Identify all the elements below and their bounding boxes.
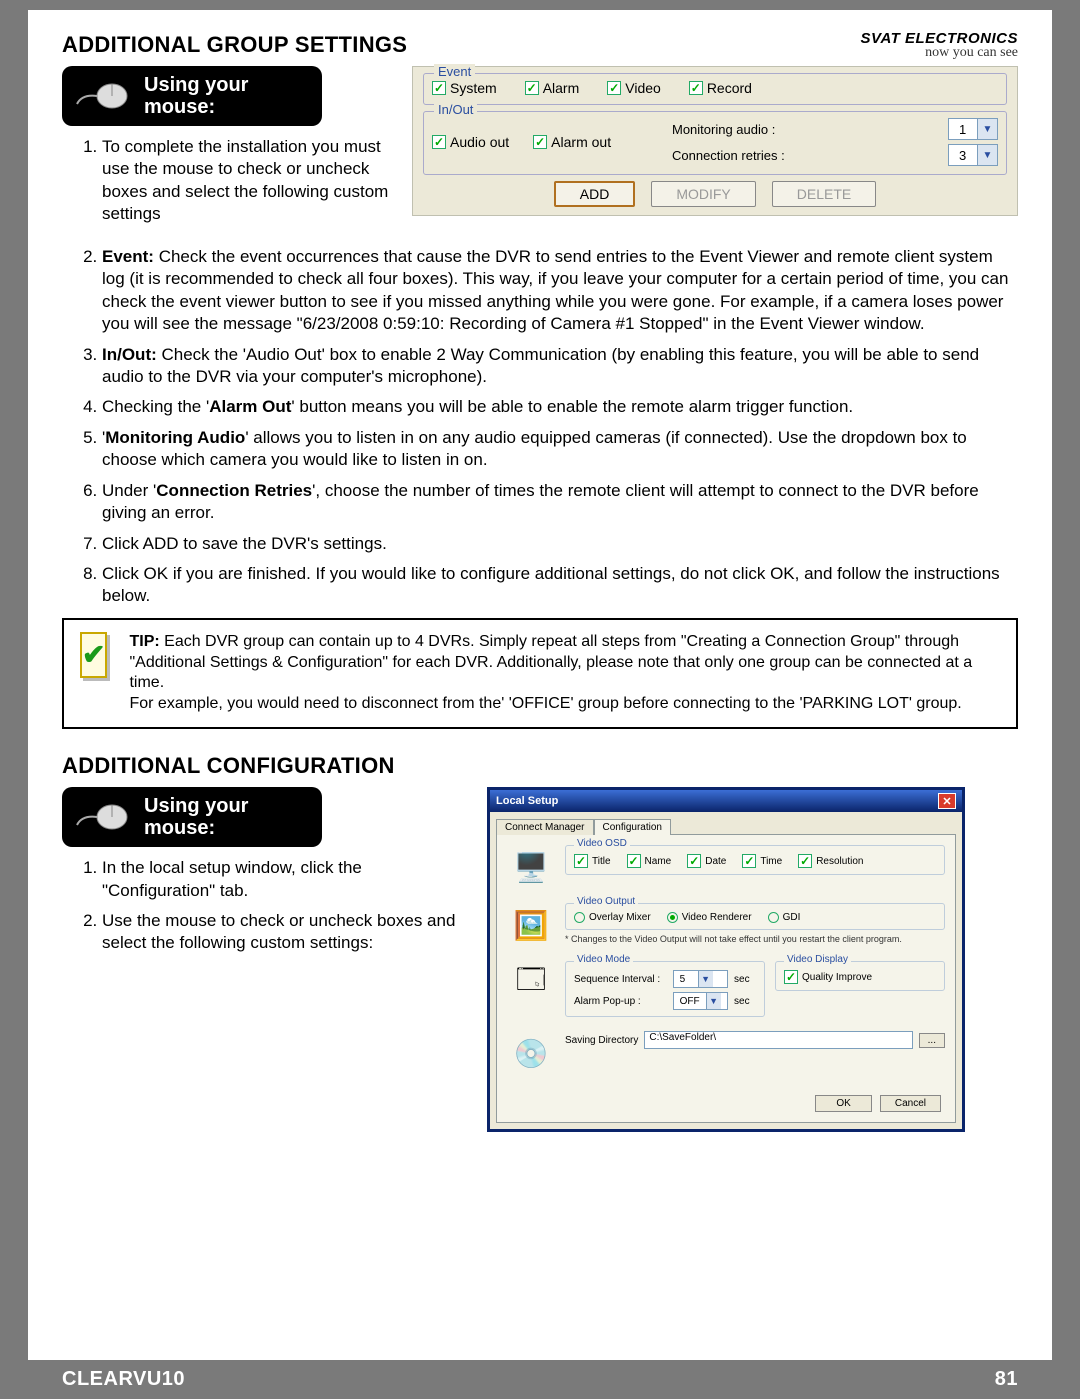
chevron-down-icon: ▼ [698,971,713,987]
checkbox-resolution[interactable]: ✓Resolution [798,854,863,868]
step-3: In/Out: Check the 'Audio Out' box to ena… [102,344,1018,389]
connection-retries-select[interactable]: 3▼ [948,144,998,166]
step-6: Under 'Connection Retries', choose the n… [102,480,1018,525]
mouse-icon [72,76,132,116]
radio-gdi[interactable]: GDI [768,912,801,923]
chevron-down-icon: ▼ [706,993,721,1009]
mouse-badge: Using your mouse: [62,66,322,126]
step-8: Click OK if you are finished. If you wou… [102,563,1018,608]
monitoring-audio-label: Monitoring audio : [672,122,942,137]
video-output-fieldset: Video Output Overlay Mixer Video Rendere… [565,903,945,930]
video-output-note: * Changes to the Video Output will not t… [565,934,945,944]
delete-button[interactable]: DELETE [772,181,876,207]
screens-icon: 🗔 [507,961,555,1005]
mouse-badge: Using your mouse: [62,787,322,847]
cancel-button[interactable]: Cancel [880,1095,941,1112]
chevron-down-icon: ▼ [977,145,997,165]
tab-configuration[interactable]: Configuration [594,819,671,835]
add-button[interactable]: ADD [554,181,636,207]
local-setup-window: Local Setup ✕ Connect Manager Configurat… [487,787,965,1132]
sequence-interval-select[interactable]: 5▼ [673,970,728,988]
checkbox-record[interactable]: ✓Record [689,80,752,96]
config-step-1: In the local setup window, click the "Co… [102,857,467,902]
mouse-icon [72,797,132,837]
step-7: Click ADD to save the DVR's settings. [102,533,1018,555]
browse-button[interactable]: ... [919,1033,945,1048]
window-title: Local Setup [496,795,558,807]
checkbox-alarm-out[interactable]: ✓Alarm out [533,118,611,166]
event-fieldset: Event ✓System ✓Alarm ✓Video ✓Record [423,73,1007,105]
saving-directory-label: Saving Directory [565,1035,638,1046]
alarm-popup-select[interactable]: OFF▼ [673,992,728,1010]
brand-tagline: now you can see [861,45,1018,61]
step-2: Event: Check the event occurrences that … [102,246,1018,336]
close-icon[interactable]: ✕ [938,793,956,809]
video-output-legend: Video Output [574,896,638,907]
tip-box: ✔ TIP: Each DVR group can contain up to … [62,618,1018,729]
step-1: To complete the installation you must us… [102,136,392,226]
display-icon: 🖼️ [507,903,555,947]
video-osd-legend: Video OSD [574,838,630,849]
step-4: Checking the 'Alarm Out' button means yo… [102,396,1018,418]
inout-legend: In/Out [434,102,477,117]
radio-video-renderer[interactable]: Video Renderer [667,912,752,923]
checkbox-quality-improve[interactable]: ✓Quality Improve [784,970,872,984]
inout-fieldset: In/Out ✓Audio out ✓Alarm out Monitoring … [423,111,1007,175]
checkbox-time[interactable]: ✓Time [742,854,782,868]
tip-label: TIP: [129,633,159,650]
brand-header: SVAT ELECTRONICS now you can see [861,30,1018,61]
video-mode-legend: Video Mode [574,954,633,965]
monitoring-audio-select[interactable]: 1▼ [948,118,998,140]
checkbox-date[interactable]: ✓Date [687,854,726,868]
document-page: SVAT ELECTRONICS now you can see ADDITIO… [28,10,1052,1360]
saving-directory-input[interactable]: C:\SaveFolder\ [644,1031,912,1049]
checkbox-title[interactable]: ✓Title [574,854,611,868]
tip-line-1: Each DVR group can contain up to 4 DVRs.… [129,633,972,692]
page-number: 81 [995,1368,1018,1391]
video-osd-fieldset: Video OSD ✓Title ✓Name ✓Date ✓Time ✓Reso… [565,845,945,875]
mouse-label: Using your mouse: [144,74,312,118]
section-title-configuration: ADDITIONAL CONFIGURATION [62,753,1018,779]
monitor-icon: 🖥️ [507,845,555,889]
config-step-2: Use the mouse to check or uncheck boxes … [102,910,467,955]
disc-icon: 💿 [507,1031,555,1075]
window-titlebar: Local Setup ✕ [490,790,962,812]
mouse-label: Using your mouse: [144,795,312,839]
video-display-legend: Video Display [784,954,851,965]
product-name: CLEARVU10 [62,1368,185,1391]
checkbox-alarm[interactable]: ✓Alarm [525,80,580,96]
modify-button[interactable]: MODIFY [651,181,755,207]
tip-line-2: For example, you would need to disconnec… [129,695,961,712]
sequence-interval-label: Sequence Interval : [574,974,667,985]
alarm-popup-label: Alarm Pop-up : [574,996,667,1007]
video-display-fieldset: Video Display ✓Quality Improve [775,961,945,991]
step-5: 'Monitoring Audio' allows you to listen … [102,427,1018,472]
page-footer: CLEARVU10 81 [28,1360,1052,1399]
checkbox-audio-out[interactable]: ✓Audio out [432,118,509,166]
tab-connect-manager[interactable]: Connect Manager [496,819,594,835]
checkbox-system[interactable]: ✓System [432,80,497,96]
group-settings-panel: Event ✓System ✓Alarm ✓Video ✓Record In/O… [412,66,1018,216]
ok-button[interactable]: OK [815,1095,871,1112]
checkbox-name[interactable]: ✓Name [627,854,672,868]
video-mode-fieldset: Video Mode Sequence Interval : 5▼ sec Al… [565,961,765,1017]
event-legend: Event [434,64,475,79]
checkmark-icon: ✔ [80,632,107,678]
radio-overlay-mixer[interactable]: Overlay Mixer [574,912,651,923]
connection-retries-label: Connection retries : [672,148,942,163]
checkbox-video[interactable]: ✓Video [607,80,661,96]
chevron-down-icon: ▼ [977,119,997,139]
